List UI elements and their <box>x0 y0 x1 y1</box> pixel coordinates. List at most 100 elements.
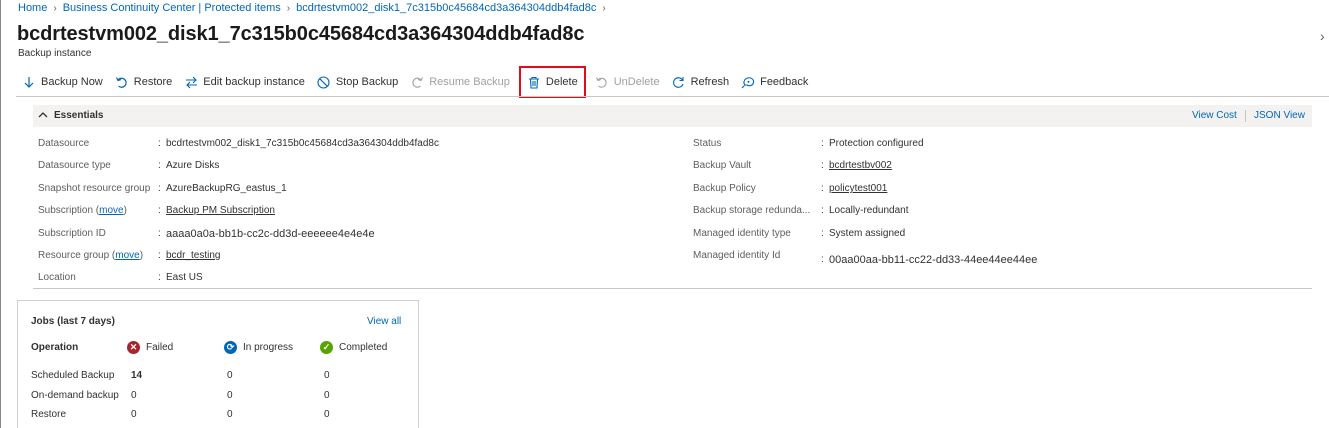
jobs-header-completed-label: Completed <box>339 342 388 353</box>
jobs-row-in-progress-count: 0 <box>227 409 233 420</box>
backup-now-button[interactable]: Backup Now <box>16 71 109 93</box>
more-options-icon[interactable]: ··· <box>561 26 578 42</box>
resource-group-label-row: Resource group (move) <box>38 250 144 261</box>
managed-identity-type-value: System assigned <box>829 228 906 239</box>
view-cost-link[interactable]: View Cost <box>1192 110 1237 121</box>
breadcrumb-business-continuity-center[interactable]: Business Continuity Center | Protected i… <box>63 2 281 14</box>
subscription-id-label: Subscription ID <box>38 228 106 239</box>
restore-label: Restore <box>133 76 173 88</box>
colon: : <box>158 205 161 216</box>
breadcrumb-separator-icon: › <box>286 2 291 14</box>
resource-group-label: Resource group <box>38 250 110 261</box>
jobs-row-failed-count[interactable]: 14 <box>131 370 142 381</box>
command-bar: Backup Now Restore Edit backup instance … <box>16 66 814 98</box>
status-value: Protection configured <box>829 138 924 149</box>
colon: : <box>158 160 161 171</box>
datasource-label: Datasource <box>38 138 90 149</box>
jobs-title: Jobs (last 7 days) <box>31 316 115 327</box>
jobs-row-operation: On-demand backup <box>31 390 119 401</box>
arrow-down-icon <box>22 75 36 89</box>
feedback-icon <box>741 75 755 89</box>
backup-now-label: Backup Now <box>41 76 103 88</box>
trash-icon <box>527 75 541 89</box>
jobs-row-operation: Scheduled Backup <box>31 370 115 381</box>
jobs-row-completed-count: 0 <box>324 409 330 420</box>
feedback-button[interactable]: Feedback <box>735 71 814 93</box>
restore-icon <box>115 75 129 89</box>
jobs-header-operation: Operation <box>31 342 79 353</box>
subscription-move-link[interactable]: move <box>99 205 123 216</box>
breadcrumb-home[interactable]: Home <box>18 2 47 14</box>
backup-policy-label: Backup Policy <box>693 183 756 194</box>
breadcrumb-backup-instance[interactable]: bcdrtestvm002_disk1_7c315b0c45684cd3a364… <box>296 2 596 14</box>
breadcrumb: Home › Business Continuity Center | Prot… <box>18 2 612 14</box>
chevron-right-icon[interactable]: › <box>1320 28 1325 44</box>
resume-backup-button[interactable]: Resume Backup <box>404 71 516 93</box>
swap-arrows-icon <box>184 75 198 89</box>
resource-group-link[interactable]: bcdr_testing <box>166 250 220 261</box>
breadcrumb-separator-icon: › <box>53 2 57 14</box>
toolbar-divider <box>16 96 1329 97</box>
subscription-label-row: Subscription (move) <box>38 205 127 216</box>
jobs-row-in-progress-count: 0 <box>227 370 233 381</box>
feedback-label: Feedback <box>760 76 809 88</box>
stop-backup-label: Stop Backup <box>335 76 399 88</box>
delete-button[interactable]: Delete <box>518 66 586 98</box>
colon: : <box>158 183 161 194</box>
subscription-label: Subscription <box>38 205 94 216</box>
undelete-button[interactable]: UnDelete <box>589 71 666 93</box>
resume-backup-label: Resume Backup <box>429 76 510 88</box>
datasource-type-value: Azure Disks <box>166 160 220 171</box>
in-progress-icon: ⟳ <box>224 341 237 354</box>
left-border <box>0 0 1 428</box>
subscription-link[interactable]: Backup PM Subscription <box>166 205 275 216</box>
backup-vault-label: Backup Vault <box>693 160 752 171</box>
location-label: Location <box>38 272 76 283</box>
managed-identity-type-label: Managed identity type <box>693 228 791 239</box>
datasource-type-label: Datasource type <box>38 160 111 171</box>
essentials-title: Essentials <box>54 110 104 121</box>
resume-icon <box>410 75 424 89</box>
essentials-toggle[interactable]: Essentials <box>38 110 103 121</box>
colon: : <box>821 254 824 265</box>
status-label: Status <box>693 138 722 149</box>
snapshot-resource-group-value: AzureBackupRG_eastus_1 <box>166 183 287 194</box>
page-subtitle: Backup instance <box>18 48 92 59</box>
colon: : <box>821 228 824 239</box>
jobs-row-completed-count: 0 <box>324 370 330 381</box>
refresh-button[interactable]: Refresh <box>666 71 736 93</box>
json-view-link[interactable]: JSON View <box>1254 110 1305 121</box>
edit-backup-instance-button[interactable]: Edit backup instance <box>178 71 311 93</box>
jobs-row-in-progress-count: 0 <box>227 390 233 401</box>
jobs-view-all-link[interactable]: View all <box>367 316 401 327</box>
resource-group-move-link[interactable]: move <box>115 250 139 261</box>
colon: : <box>821 183 824 194</box>
location-value: East US <box>166 272 203 283</box>
jobs-header-failed-label: Failed <box>146 342 174 353</box>
jobs-row-failed-count: 0 <box>131 409 137 420</box>
completed-icon: ✓ <box>320 341 333 354</box>
managed-identity-id-value: 00aa00aa-bb11-cc22-dd33-44ee44ee44ee <box>829 254 1038 266</box>
managed-identity-id-label: Managed identity Id <box>693 250 781 261</box>
colon: : <box>821 205 824 216</box>
jobs-header-failed: ✕ Failed <box>127 341 173 354</box>
restore-button[interactable]: Restore <box>109 71 179 93</box>
backup-vault-link[interactable]: bcdrtestbv002 <box>829 160 892 171</box>
link-divider <box>1245 110 1246 122</box>
jobs-row-operation: Restore <box>31 409 67 420</box>
delete-label: Delete <box>545 76 578 88</box>
jobs-header-in-progress: ⟳ In progress <box>224 341 293 354</box>
jobs-row-failed-count: 0 <box>131 390 137 401</box>
failed-icon: ✕ <box>127 341 140 354</box>
jobs-row-completed-count: 0 <box>324 390 330 401</box>
undo-icon <box>595 75 609 89</box>
colon: : <box>158 228 161 239</box>
essentials-header[interactable] <box>33 105 1312 127</box>
snapshot-resource-group-label: Snapshot resource group <box>38 183 151 194</box>
page-title: bcdrtestvm002_disk1_7c315b0c45684cd3a364… <box>17 23 585 45</box>
edit-backup-instance-label: Edit backup instance <box>203 76 305 88</box>
backup-storage-redundancy-label: Backup storage redunda... <box>693 205 811 216</box>
backup-policy-link[interactable]: policytest001 <box>829 183 887 194</box>
stop-backup-button[interactable]: Stop Backup <box>311 71 404 93</box>
colon: : <box>821 138 824 149</box>
